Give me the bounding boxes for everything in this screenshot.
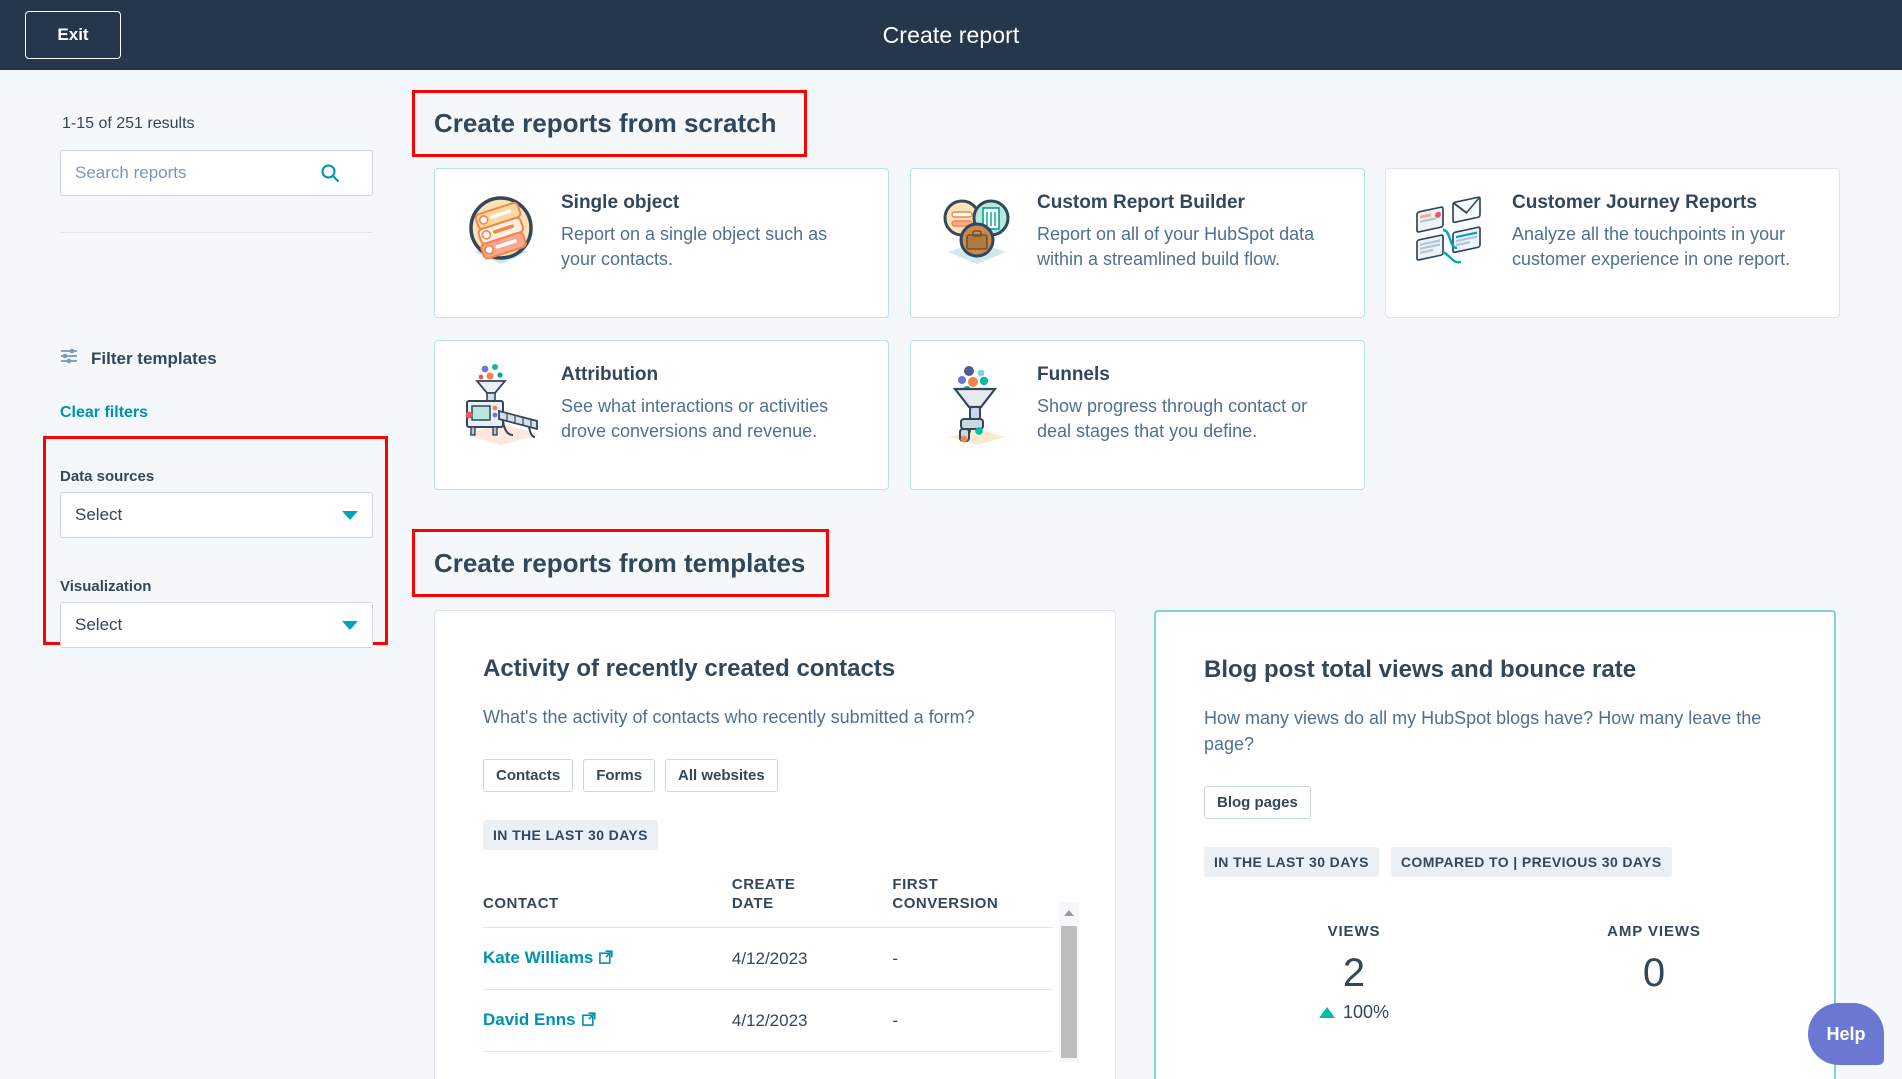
template-preview-table: CONTACT CREATE DATE FIRST CONVERSION Kate … <box>483 875 1079 1062</box>
main-content: Create reports from scratch Single objec… <box>400 70 1902 1079</box>
external-link-icon[interactable] <box>581 1011 596 1031</box>
filter-templates-label: Filter templates <box>91 348 217 368</box>
tag-date-range: IN THE LAST 30 DAYS <box>1204 846 1379 877</box>
scratch-card-custom-report-builder[interactable]: Custom Report Builder Report on all of y… <box>910 168 1365 318</box>
cell-contact[interactable]: Kate Williams <box>483 927 732 991</box>
help-button[interactable]: Help <box>1808 1003 1884 1065</box>
funnels-illustration <box>931 359 1023 451</box>
template-card-title: Blog post total views and bounce rate <box>1204 656 1637 683</box>
attribution-illustration <box>455 359 547 451</box>
templates-section-title: Create reports from templates <box>434 548 806 578</box>
template-card-tags: IN THE LAST 30 DAYS COMPARED TO | PREVIO… <box>1204 846 1786 877</box>
scratch-card-customer-journey-reports[interactable]: Customer Journey Reports Analyze all the… <box>1385 168 1840 318</box>
scratch-card-title: Customer Journey Reports <box>1512 192 1757 213</box>
scratch-card-desc: Report on a single object such as your c… <box>561 223 828 270</box>
scratch-card-desc: Analyze all the touchpoints in your cust… <box>1512 223 1791 270</box>
scroll-up-arrow-icon[interactable] <box>1064 909 1074 916</box>
tag-date-range: IN THE LAST 30 DAYS <box>483 819 658 850</box>
template-card-desc: How many views do all my HubSpot blogs h… <box>1204 708 1762 754</box>
visualization-value: Select <box>75 615 123 634</box>
template-card-tags: IN THE LAST 30 DAYS <box>483 819 1067 850</box>
search-input[interactable] <box>61 152 316 194</box>
template-card-chips: Contacts Forms All websites <box>483 758 1067 792</box>
exit-button[interactable]: Exit <box>25 11 121 59</box>
table-row: Kate Williams 4/12/2023 - <box>483 927 1053 991</box>
page-title: Create report <box>882 21 1020 48</box>
scratch-card-desc: See what interactions or activities drov… <box>561 395 829 442</box>
column-contact: CONTACT <box>483 875 732 929</box>
scratch-section-title: Create reports from scratch <box>434 108 777 138</box>
search-reports-field[interactable] <box>60 150 373 196</box>
chip-all-websites[interactable]: All websites <box>665 758 778 792</box>
scratch-card-desc: Report on all of your HubSpot data withi… <box>1037 223 1315 270</box>
chip-contacts[interactable]: Contacts <box>483 758 574 792</box>
data-sources-value: Select <box>75 505 123 524</box>
cell-create-date: 4/12/2023 <box>731 989 893 1053</box>
scratch-card-attribution[interactable]: Attribution See what interactions or act… <box>434 340 889 490</box>
custom-report-builder-illustration <box>931 187 1023 279</box>
metric-amp-views: AMP VIEWS 0 <box>1504 923 1804 1023</box>
template-preview-metrics: VIEWS 2 100% AMP VIEWS 0 <box>1156 923 1834 1023</box>
tag-comparison: COMPARED TO | PREVIOUS 30 DAYS <box>1390 846 1672 877</box>
metric-delta: 100% <box>1204 1002 1504 1023</box>
metric-delta-value: 100% <box>1342 1001 1390 1022</box>
results-count: 1-15 of 251 results <box>62 115 195 132</box>
customer-journey-illustration <box>1406 187 1498 279</box>
page-body: 1-15 of 251 results Search reports Filte… <box>0 70 1902 1079</box>
template-card-chips: Blog pages <box>1204 785 1786 819</box>
metric-label: AMP VIEWS <box>1607 922 1701 940</box>
scratch-card-funnels[interactable]: Funnels Show progress through contact or… <box>910 340 1365 490</box>
scratch-card-desc: Show progress through contact or deal st… <box>1037 395 1308 442</box>
sidebar: 1-15 of 251 results Search reports Filte… <box>0 70 400 1079</box>
single-object-illustration <box>455 187 547 279</box>
chip-blog-pages[interactable]: Blog pages <box>1204 785 1311 819</box>
visualization-label: Visualization <box>60 578 152 595</box>
metric-value: 2 <box>1342 950 1366 995</box>
scratch-card-title: Custom Report Builder <box>1037 192 1245 213</box>
contact-link[interactable]: David Enns <box>483 1010 576 1029</box>
template-card-activity-of-recently-created-contacts[interactable]: Activity of recently created contacts Wh… <box>434 610 1116 1079</box>
column-create-date: CREATE DATE <box>731 875 893 929</box>
chevron-down-icon <box>342 620 358 630</box>
sidebar-divider <box>60 232 373 233</box>
table-header-row: CONTACT CREATE DATE FIRST CONVERSION <box>483 875 1053 929</box>
metric-label: VIEWS <box>1327 922 1381 940</box>
metric-views: VIEWS 2 100% <box>1204 923 1504 1023</box>
scratch-card-title: Attribution <box>561 364 659 385</box>
template-card-blog-post-total-views-and-bounce-rate[interactable]: Blog post total views and bounce rate Ho… <box>1154 610 1836 1079</box>
column-first-conversion: FIRST CONVERSION <box>892 875 1053 929</box>
filter-templates-toggle[interactable]: Filter templates <box>60 348 217 369</box>
scrollbar-thumb[interactable] <box>1061 925 1077 1058</box>
external-link-icon[interactable] <box>599 949 613 969</box>
chip-forms[interactable]: Forms <box>583 758 656 792</box>
cell-create-date: 4/12/2023 <box>731 927 893 991</box>
data-sources-select[interactable]: Select <box>60 492 373 538</box>
chevron-down-icon <box>342 510 358 520</box>
data-sources-label: Data sources <box>60 468 155 485</box>
scratch-card-title: Funnels <box>1037 364 1110 385</box>
triangle-up-icon <box>1318 1006 1335 1018</box>
scratch-card-single-object[interactable]: Single object Report on a single object … <box>434 168 889 318</box>
sliders-icon <box>60 348 79 369</box>
template-card-desc: What's the activity of contacts who rece… <box>483 707 975 727</box>
top-bar: Exit Create report <box>0 0 1902 70</box>
cell-first-conversion: - <box>892 927 1053 991</box>
search-icon[interactable] <box>316 159 344 187</box>
table-row: David Enns 4/12/2023 - <box>483 989 1053 1053</box>
metric-value: 0 <box>1642 950 1666 995</box>
clear-filters-link[interactable]: Clear filters <box>60 404 148 422</box>
scratch-card-title: Single object <box>561 192 680 213</box>
table-scrollbar[interactable] <box>1059 901 1079 1062</box>
visualization-select[interactable]: Select <box>60 602 373 648</box>
cell-first-conversion: - <box>892 989 1053 1053</box>
template-card-title: Activity of recently created contacts <box>483 655 896 682</box>
contact-link[interactable]: Kate Williams <box>483 948 593 967</box>
cell-contact[interactable]: David Enns <box>483 989 732 1053</box>
